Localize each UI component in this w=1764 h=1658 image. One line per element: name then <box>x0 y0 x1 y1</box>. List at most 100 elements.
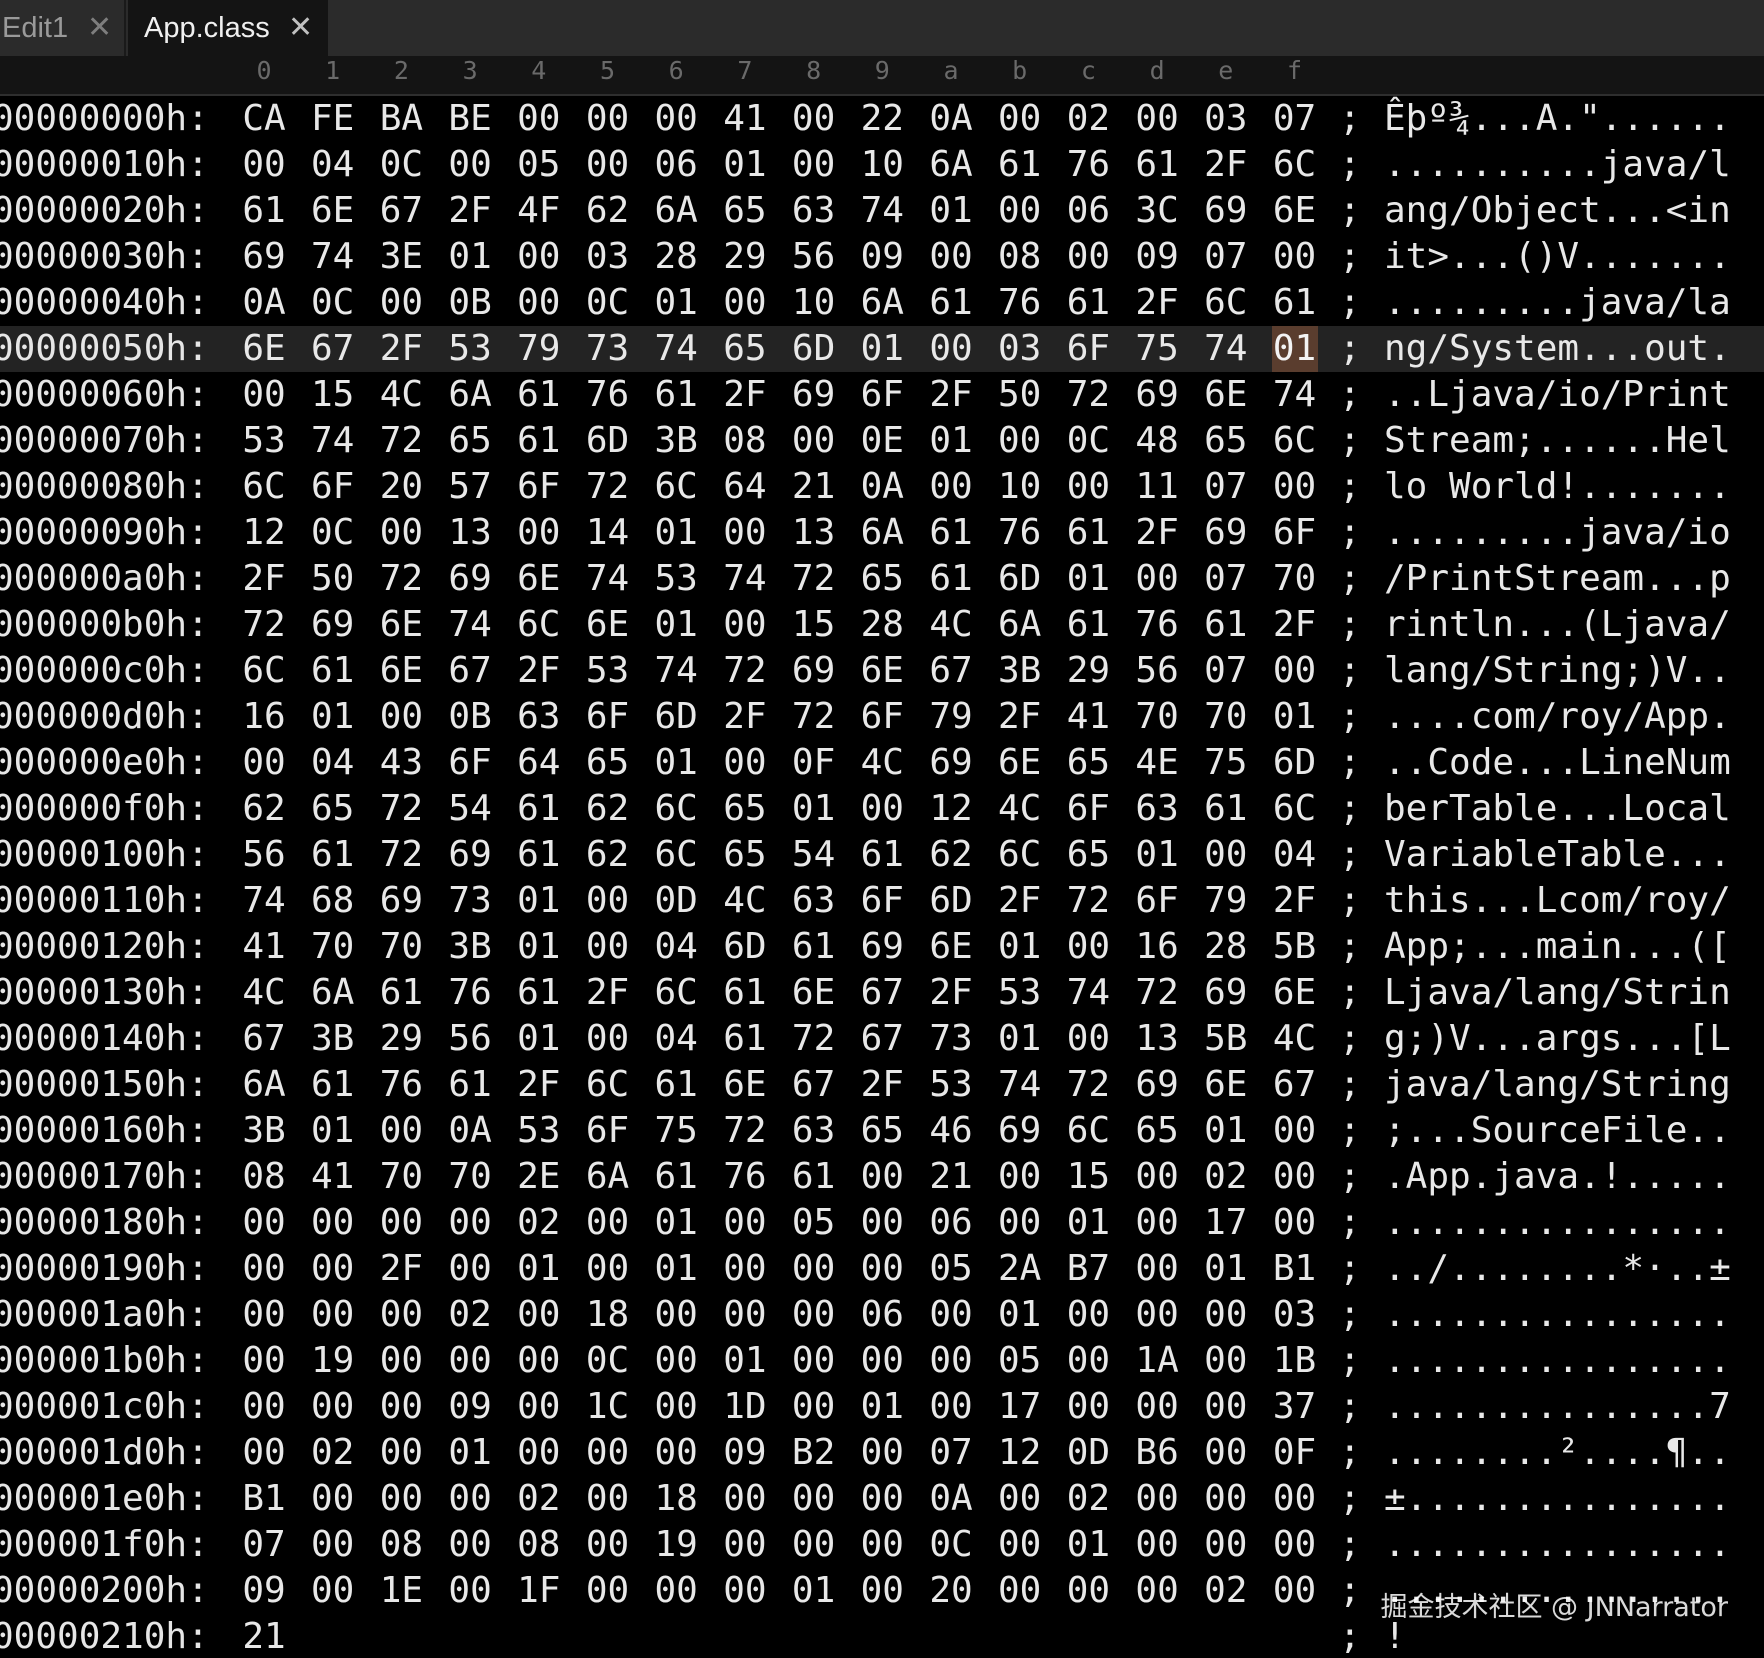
hex-byte[interactable]: 76 <box>378 1062 424 1108</box>
hex-row[interactable]: 00000120h: 41 70 70 3B 01 00 04 6D 61 69 6E 01 00 16 28… <box>0 924 1764 970</box>
hex-byte[interactable]: 6F <box>1272 510 1318 556</box>
hex-byte[interactable]: 6C <box>1203 280 1249 326</box>
hex-byte[interactable]: 00 <box>791 1384 837 1430</box>
hex-byte[interactable]: 00 <box>928 326 974 372</box>
hex-byte[interactable]: 28 <box>1203 924 1249 970</box>
hex-byte[interactable]: 61 <box>653 372 699 418</box>
hex-byte[interactable]: 00 <box>722 1200 768 1246</box>
ascii-text[interactable]: Ljava/lang/Strin <box>1384 970 1731 1016</box>
hex-byte[interactable]: 00 <box>1203 1384 1249 1430</box>
hex-byte[interactable]: 63 <box>791 1108 837 1154</box>
hex-byte[interactable]: 00 <box>859 786 905 832</box>
hex-byte[interactable]: 61 <box>928 510 974 556</box>
hex-row[interactable]: 00000160h: 3B 01 00 0A 53 6F 75 72 63 65 46 69 6C 65 01… <box>0 1108 1764 1154</box>
hex-byte[interactable]: 18 <box>585 1292 631 1338</box>
hex-byte[interactable]: 00 <box>928 464 974 510</box>
hex-byte[interactable]: 70 <box>447 1154 493 1200</box>
hex-byte[interactable]: 50 <box>310 556 356 602</box>
ascii-text[interactable]: ................ <box>1384 1522 1731 1568</box>
hex-byte[interactable]: 00 <box>1065 464 1111 510</box>
hex-byte[interactable]: 70 <box>378 924 424 970</box>
hex-byte[interactable]: 00 <box>447 142 493 188</box>
hex-byte[interactable]: 61 <box>1134 142 1180 188</box>
hex-byte[interactable]: 2F <box>928 372 974 418</box>
hex-byte[interactable]: 61 <box>722 1016 768 1062</box>
hex-byte[interactable]: 6E <box>378 602 424 648</box>
hex-byte[interactable]: B1 <box>241 1476 287 1522</box>
hex-byte[interactable]: 00 <box>1272 234 1318 280</box>
hex-byte[interactable]: 01 <box>653 602 699 648</box>
hex-byte[interactable]: 74 <box>310 234 356 280</box>
hex-byte[interactable]: 65 <box>1134 1108 1180 1154</box>
hex-byte[interactable]: 61 <box>859 832 905 878</box>
hex-byte[interactable]: 53 <box>997 970 1043 1016</box>
hex-byte[interactable]: 76 <box>997 280 1043 326</box>
hex-byte[interactable]: 6C <box>241 464 287 510</box>
hex-byte[interactable]: 6F <box>447 740 493 786</box>
hex-byte[interactable]: 05 <box>997 1338 1043 1384</box>
hex-byte[interactable]: 53 <box>241 418 287 464</box>
hex-byte[interactable]: 37 <box>1272 1384 1318 1430</box>
hex-byte[interactable]: 29 <box>378 1016 424 1062</box>
hex-byte[interactable]: 2F <box>516 1062 562 1108</box>
hex-byte[interactable]: 72 <box>585 464 631 510</box>
hex-byte[interactable]: 01 <box>516 924 562 970</box>
hex-byte[interactable]: 09 <box>447 1384 493 1430</box>
hex-byte[interactable]: 08 <box>241 1154 287 1200</box>
tab-edit1[interactable]: Edit1 ✕ <box>0 0 126 56</box>
hex-byte[interactable]: 6F <box>859 372 905 418</box>
hex-byte[interactable]: 00 <box>791 1522 837 1568</box>
hex-byte[interactable]: 05 <box>928 1246 974 1292</box>
hex-byte[interactable]: 00 <box>585 878 631 924</box>
ascii-text[interactable]: Êþº¾...A."...... <box>1384 96 1731 142</box>
hex-byte[interactable]: 02 <box>1065 1476 1111 1522</box>
hex-byte[interactable]: 0F <box>1272 1430 1318 1476</box>
hex-byte[interactable]: B2 <box>791 1430 837 1476</box>
hex-byte[interactable]: 00 <box>722 1246 768 1292</box>
ascii-text[interactable]: g;)V...args...[L <box>1384 1016 1731 1062</box>
hex-byte[interactable]: 00 <box>378 1384 424 1430</box>
hex-byte[interactable]: 6A <box>653 188 699 234</box>
hex-row[interactable]: 000001c0h: 00 00 00 09 00 1C 00 1D 00 01 00 17 00 00 00… <box>0 1384 1764 1430</box>
hex-byte[interactable]: 74 <box>997 1062 1043 1108</box>
hex-byte[interactable]: 00 <box>378 1430 424 1476</box>
hex-byte[interactable]: 6D <box>1272 740 1318 786</box>
hex-byte[interactable]: 4C <box>722 878 768 924</box>
hex-byte[interactable]: 74 <box>1272 372 1318 418</box>
hex-byte[interactable]: 6F <box>516 464 562 510</box>
hex-byte[interactable]: 00 <box>653 1292 699 1338</box>
hex-byte[interactable]: 61 <box>928 280 974 326</box>
hex-byte[interactable]: 6C <box>1272 142 1318 188</box>
hex-byte[interactable]: 10 <box>791 280 837 326</box>
hex-byte[interactable]: 67 <box>859 1016 905 1062</box>
hex-byte[interactable]: 00 <box>1203 832 1249 878</box>
hex-byte[interactable]: 69 <box>859 924 905 970</box>
hex-byte[interactable]: 02 <box>310 1430 356 1476</box>
hex-byte[interactable]: 6E <box>1272 970 1318 1016</box>
hex-byte[interactable]: 01 <box>310 1108 356 1154</box>
hex-byte[interactable]: 74 <box>241 878 287 924</box>
ascii-text[interactable]: .........java/la <box>1384 280 1731 326</box>
hex-byte[interactable]: 00 <box>378 280 424 326</box>
hex-row[interactable]: 00000170h: 08 41 70 70 2E 6A 61 76 61 00 21 00 15 00 02… <box>0 1154 1764 1200</box>
hex-byte[interactable]: 2F <box>1203 142 1249 188</box>
ascii-text[interactable]: ±............... <box>1384 1476 1731 1522</box>
hex-byte[interactable]: 69 <box>447 556 493 602</box>
ascii-text[interactable]: ................ <box>1384 1292 1731 1338</box>
hex-byte[interactable]: 6E <box>378 648 424 694</box>
hex-byte[interactable]: 72 <box>378 556 424 602</box>
hex-byte[interactable]: 00 <box>1203 1292 1249 1338</box>
hex-byte[interactable]: 06 <box>1065 188 1111 234</box>
hex-byte[interactable]: 75 <box>1134 326 1180 372</box>
hex-byte[interactable]: 6F <box>1065 786 1111 832</box>
hex-byte[interactable]: 2F <box>447 188 493 234</box>
hex-byte[interactable]: 65 <box>722 832 768 878</box>
hex-row[interactable]: 00000100h: 56 61 72 69 61 62 6C 65 54 61 62 6C 65 01 00… <box>0 832 1764 878</box>
hex-byte[interactable]: 1E <box>378 1568 424 1614</box>
hex-byte[interactable]: 0D <box>653 878 699 924</box>
hex-byte[interactable]: 6D <box>653 694 699 740</box>
hex-byte[interactable]: 6D <box>928 878 974 924</box>
hex-byte[interactable]: 2F <box>928 970 974 1016</box>
hex-byte[interactable]: 6A <box>447 372 493 418</box>
hex-byte[interactable]: 76 <box>1134 602 1180 648</box>
